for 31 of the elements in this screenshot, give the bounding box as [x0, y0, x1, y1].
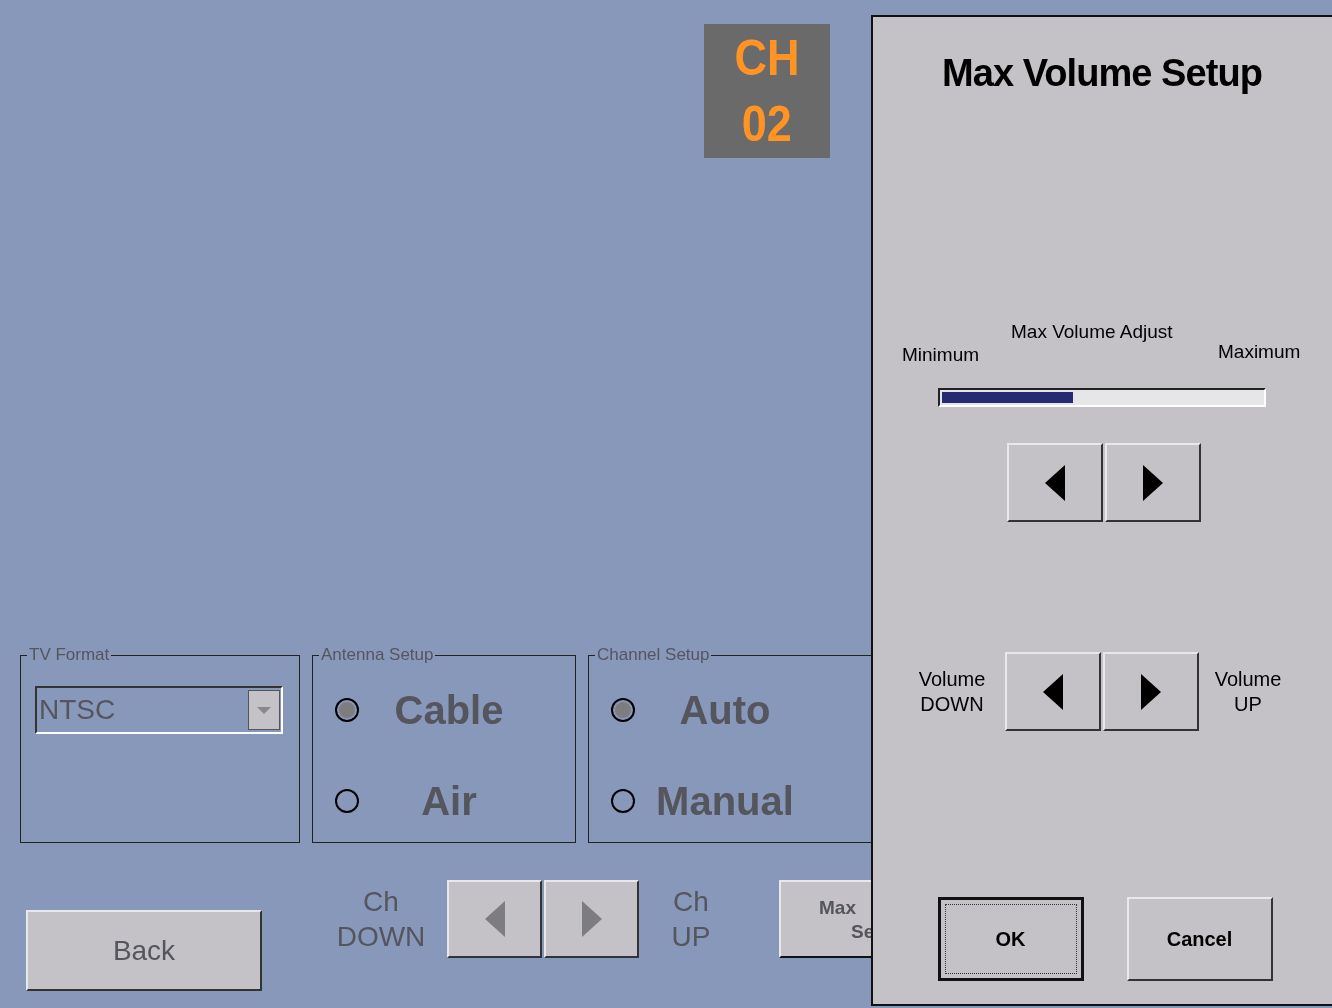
dialog-title: Max Volume Setup	[942, 51, 1262, 96]
radio-option[interactable]: Auto	[611, 684, 815, 736]
format-dropdown[interactable]: NTSC	[35, 686, 283, 734]
channel-display: CH 02	[704, 24, 830, 158]
channel-up-button[interactable]	[544, 880, 639, 958]
max-volume-increase-button[interactable]	[1105, 443, 1201, 522]
volume-up-label: Volume UP	[1213, 666, 1283, 717]
volume-up-button[interactable]	[1103, 652, 1199, 731]
left-arrow-icon	[1045, 464, 1065, 501]
volume-down-label: Volume DOWN	[917, 666, 987, 717]
maximum-label: Maximum	[1218, 340, 1301, 364]
radio-option[interactable]: Cable	[335, 684, 539, 736]
group-title: Channel Setup	[595, 645, 712, 665]
radio-option[interactable]: Manual	[611, 775, 815, 827]
group-title: Antenna Setup	[319, 645, 436, 665]
volume-down-button[interactable]	[1005, 652, 1101, 731]
channel-down-button[interactable]	[447, 880, 542, 958]
channel-up-label: Ch UP	[671, 885, 711, 954]
right-arrow-icon	[1141, 673, 1161, 710]
minimum-label: Minimum	[902, 343, 980, 367]
left-arrow-icon	[1043, 673, 1063, 710]
dialog-button[interactable]: Cancel	[1126, 897, 1273, 981]
channel-down-label: Ch DOWN	[336, 885, 426, 954]
slider-title: Max Volume Adjust	[1011, 320, 1173, 344]
max-volume-decrease-button[interactable]	[1007, 443, 1103, 522]
radio-option[interactable]: Air	[335, 775, 539, 827]
right-arrow-icon	[581, 901, 602, 937]
left-arrow-icon	[484, 901, 505, 937]
dialog-button[interactable]: OK	[937, 897, 1084, 981]
dropdown-caret-icon	[248, 690, 280, 730]
right-arrow-icon	[1143, 464, 1163, 501]
